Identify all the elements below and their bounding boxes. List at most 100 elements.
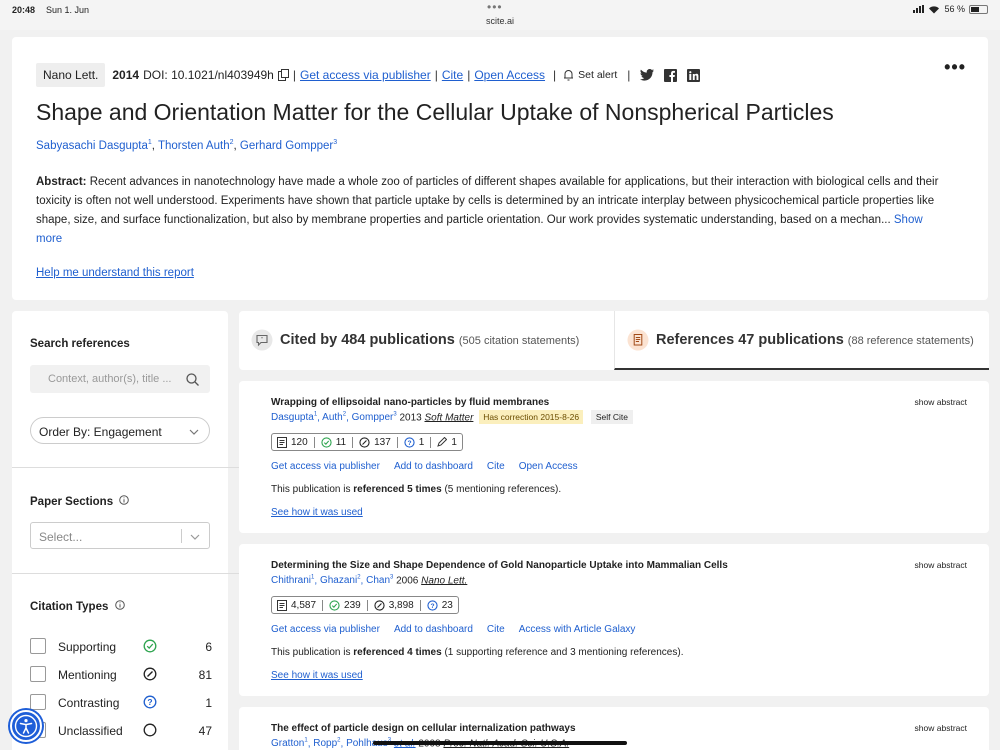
citation-type-count: 81 <box>198 668 212 682</box>
chevron-down-icon <box>190 534 200 540</box>
self-cite-badge: Self Cite <box>590 410 634 425</box>
info-icon[interactable] <box>114 600 125 610</box>
author-link[interactable]: Ropp2 <box>313 738 340 749</box>
mentioning-slash-icon <box>374 599 385 611</box>
copy-icon[interactable] <box>277 69 289 81</box>
svg-text:?: ? <box>430 603 434 610</box>
author-link[interactable]: Gompper3 <box>352 412 397 423</box>
quote-bubble-icon: " <box>251 329 273 351</box>
more-options-icon[interactable]: ••• <box>944 57 966 78</box>
help-understand-link[interactable]: Help me understand this report <box>36 267 194 279</box>
reference-title[interactable]: Wrapping of ellipsoidal nano-particles b… <box>271 397 549 408</box>
add-to-dashboard-link[interactable]: Add to dashboard <box>394 624 473 635</box>
reference-journal[interactable]: Nano Lett. <box>421 575 467 586</box>
author-link[interactable]: Chithrani1 <box>271 575 314 586</box>
correction-badge[interactable]: Has correction 2015-8-26 <box>479 410 584 425</box>
see-how-used-link[interactable]: See how it was used <box>271 507 363 518</box>
paper-sections-select[interactable]: Select... <box>30 522 210 549</box>
get-access-link[interactable]: Get access via publisher <box>300 68 431 82</box>
open-access-link[interactable]: Open Access <box>474 68 545 82</box>
search-icon[interactable] <box>186 373 199 386</box>
citation-type-mentioning[interactable]: Mentioning 81 <box>30 666 212 686</box>
journal-tag[interactable]: Nano Lett. <box>36 63 106 87</box>
author-link[interactable]: Thorsten Auth2 <box>158 139 234 152</box>
referenced-summary: This publication is referenced 5 times (… <box>271 484 562 495</box>
separator: | <box>434 68 438 82</box>
search-input[interactable]: Context, author(s), title ... <box>30 365 210 393</box>
separator: | <box>467 68 471 82</box>
author-link[interactable]: Chan3 <box>366 575 393 586</box>
reference-title[interactable]: Determining the Size and Shape Dependenc… <box>271 560 728 571</box>
abstract-text: Recent advances in nanotechnology have m… <box>36 176 939 226</box>
cite-link[interactable]: Cite <box>487 461 505 472</box>
mentioning-checkbox[interactable] <box>30 666 46 682</box>
page-title: Shape and Orientation Matter for the Cel… <box>36 99 834 125</box>
linkedin-icon[interactable] <box>687 68 701 82</box>
bell-icon[interactable] <box>563 69 574 81</box>
show-abstract-button[interactable]: show abstract <box>915 723 967 733</box>
citation-type-label: Supporting <box>58 640 117 654</box>
contrasting-checkbox[interactable] <box>30 694 46 710</box>
supporting-checkbox[interactable] <box>30 638 46 654</box>
tab-cited-by[interactable]: " Cited by 484 publications (505 citatio… <box>239 311 614 370</box>
accessibility-button[interactable] <box>10 710 42 742</box>
paper-header-card: Nano Lett. 2014 DOI: 10.1021/nl403949h |… <box>12 37 988 300</box>
accessibility-icon <box>14 714 38 738</box>
citation-type-count: 6 <box>205 640 212 654</box>
open-access-link[interactable]: Open Access <box>519 461 578 472</box>
author-link[interactable]: Dasgupta1 <box>271 412 317 423</box>
facebook-icon[interactable] <box>664 68 678 82</box>
reference-journal[interactable]: Soft Matter <box>425 412 474 423</box>
cite-link[interactable]: Cite <box>487 624 505 635</box>
divider <box>12 573 240 574</box>
show-abstract-button[interactable]: show abstract <box>915 397 967 407</box>
citation-tabs: " Cited by 484 publications (505 citatio… <box>239 311 989 370</box>
contrasting-question-icon: ? <box>427 599 438 611</box>
pencil-icon <box>437 437 448 447</box>
citation-type-unclassified[interactable]: Unclassified 47 <box>30 722 212 742</box>
references-document-icon <box>627 329 649 351</box>
reference-stats[interactable]: 4,587 239 3,898 ? 23 <box>271 596 459 614</box>
battery-icon <box>969 4 988 14</box>
author-link[interactable]: Ghazani2 <box>320 575 361 586</box>
cite-link[interactable]: Cite <box>442 68 463 82</box>
show-abstract-button[interactable]: show abstract <box>915 560 967 570</box>
chevron-down-icon <box>189 429 199 435</box>
address-bar-url[interactable]: scite.ai <box>0 16 1000 26</box>
twitter-icon[interactable] <box>640 69 655 81</box>
add-to-dashboard-link[interactable]: Add to dashboard <box>394 461 473 472</box>
citation-type-supporting[interactable]: Supporting 6 <box>30 638 212 658</box>
paper-doi: DOI: 10.1021/nl403949h <box>143 68 274 82</box>
author-link[interactable]: Sabyasachi Dasgupta1 <box>36 139 152 152</box>
separator: | <box>627 68 631 82</box>
reference-title[interactable]: The effect of particle design on cellula… <box>271 723 576 734</box>
article-galaxy-link[interactable]: Access with Article Galaxy <box>519 624 636 635</box>
battery-percent: 56 % <box>944 4 965 14</box>
mentioning-slash-icon <box>359 436 370 448</box>
see-how-used-link[interactable]: See how it was used <box>271 670 363 681</box>
contrasting-question-icon: ? <box>404 436 415 448</box>
get-access-link[interactable]: Get access via publisher <box>271 461 380 472</box>
citation-type-contrasting[interactable]: Contrasting ? 1 <box>30 694 212 714</box>
reference-stats[interactable]: 120 11 137 ? 1 1 <box>271 433 463 451</box>
reference-year: 2013 <box>399 412 422 424</box>
info-icon[interactable] <box>119 495 130 505</box>
get-access-link[interactable]: Get access via publisher <box>271 624 380 635</box>
citation-type-count: 47 <box>198 724 212 738</box>
reference-actions: Get access via publisher Add to dashboar… <box>271 461 578 472</box>
contrasting-question-icon: ? <box>143 695 157 709</box>
tab-references[interactable]: References 47 publications (88 reference… <box>614 311 989 370</box>
separator: | <box>292 68 296 82</box>
set-alert-button[interactable]: Set alert <box>578 69 617 81</box>
citation-type-label: Mentioning <box>58 668 117 682</box>
author-link[interactable]: Auth2 <box>322 412 346 423</box>
tab-cited-by-label: Cited by 484 publications (505 citation … <box>280 332 580 348</box>
unclassified-count: 1 <box>451 436 457 448</box>
home-indicator[interactable] <box>373 741 627 745</box>
order-by-select[interactable]: Order By: Engagement <box>30 417 210 444</box>
author-link[interactable]: Gratton1 <box>271 738 308 749</box>
reference-card: Wrapping of ellipsoidal nano-particles b… <box>239 381 989 533</box>
author-link[interactable]: Gerhard Gompper3 <box>240 139 337 152</box>
tab-dots-icon[interactable]: ••• <box>487 0 503 14</box>
status-date: Sun 1. Jun <box>46 5 90 15</box>
